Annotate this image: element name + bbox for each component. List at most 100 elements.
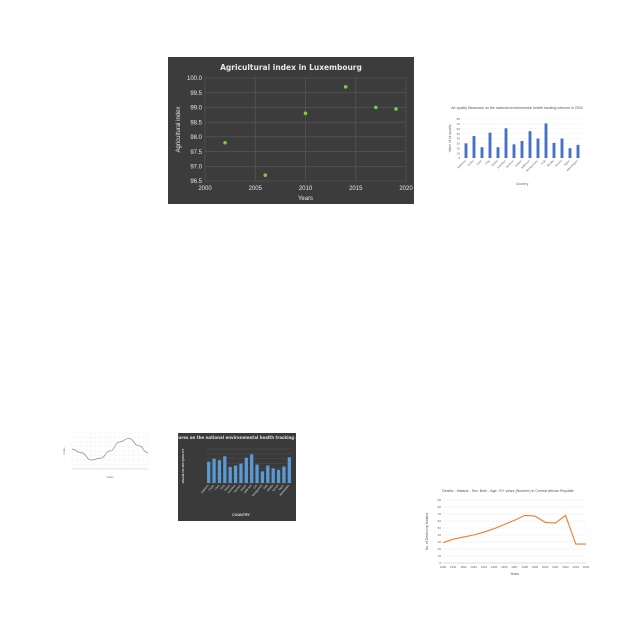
chart-panel-line-tiny: Years Index bbox=[60, 423, 154, 485]
y-axis-label: No. of Deaths by Malaria bbox=[425, 513, 429, 550]
bar bbox=[560, 138, 564, 158]
x-axis-label: Country bbox=[516, 182, 529, 186]
x-tick-label: 1998 bbox=[521, 565, 528, 569]
x-tick-label: 1995 bbox=[491, 565, 498, 569]
x-tick-label: 2004 bbox=[583, 565, 590, 569]
chart-title: Deaths - Malaria - Sex: Both - Age: 70+ … bbox=[442, 489, 574, 493]
bar bbox=[271, 468, 275, 483]
line-chart-malaria: Deaths - Malaria - Sex: Both - Age: 70+ … bbox=[422, 485, 594, 580]
bar bbox=[244, 457, 248, 483]
bar bbox=[528, 131, 532, 158]
bar bbox=[217, 460, 222, 483]
bar bbox=[282, 466, 286, 483]
y-tick-label: 70 bbox=[438, 512, 442, 516]
bar bbox=[233, 465, 238, 483]
y-axis-label: Index bbox=[62, 447, 66, 455]
bar bbox=[287, 457, 291, 483]
y-tick-label: 50 bbox=[457, 132, 461, 136]
y-tick-label: 80 bbox=[457, 117, 461, 121]
data-point bbox=[263, 173, 268, 177]
bar bbox=[276, 469, 281, 483]
bar bbox=[544, 123, 548, 158]
y-tick-label: 40 bbox=[457, 137, 461, 141]
bar bbox=[266, 465, 270, 483]
y-axis-label: Agricultural index bbox=[176, 106, 182, 152]
x-tick-label: 2003 bbox=[573, 565, 580, 569]
data-point bbox=[223, 140, 227, 145]
bar bbox=[464, 143, 468, 158]
bar bbox=[520, 140, 524, 158]
x-axis-label: COUNTRY bbox=[232, 513, 250, 517]
bar bbox=[260, 471, 265, 483]
x-tick-label: 1999 bbox=[532, 565, 539, 569]
y-tick-label: 70 bbox=[457, 122, 461, 126]
data-point bbox=[303, 111, 308, 116]
y-tick-label: 60 bbox=[457, 127, 461, 131]
y-tick-label: 10 bbox=[438, 554, 442, 558]
x-tick-label: 2015 bbox=[349, 186, 363, 192]
x-axis-label: Years bbox=[106, 475, 114, 479]
bar-chart-dark: Air quality Measures on the national env… bbox=[178, 433, 296, 521]
y-tick-label: 20 bbox=[438, 547, 442, 551]
line-chart-tiny: Years Index bbox=[60, 423, 154, 485]
y-tick-label: 60 bbox=[438, 519, 442, 523]
y-tick-label: 98.0 bbox=[190, 135, 202, 141]
bar bbox=[496, 147, 500, 158]
chart-panel-scatter: Agricultural index in Luxembourg 96.5 97.0… bbox=[168, 57, 414, 204]
bar bbox=[223, 456, 227, 483]
data-point bbox=[374, 105, 378, 110]
y-tick-label: 30 bbox=[438, 540, 442, 544]
bar bbox=[207, 461, 211, 483]
x-tick-label: 2000 bbox=[198, 186, 212, 192]
chart-title: Agricultural index in Luxembourg bbox=[220, 63, 362, 72]
bar-chart-small: Air quality Measures on the national env… bbox=[446, 103, 588, 193]
y-tick-label: 99.0 bbox=[190, 106, 202, 112]
x-tick-label: 1992 bbox=[460, 565, 467, 569]
x-tick-label: 2002 bbox=[562, 565, 569, 569]
chart-panel-line-malaria: Deaths - Malaria - Sex: Both - Age: 70+ … bbox=[422, 485, 594, 580]
y-tick-label: 20 bbox=[457, 146, 461, 150]
bar bbox=[536, 138, 540, 158]
y-tick-label: 97.5 bbox=[190, 150, 202, 156]
bar bbox=[472, 136, 476, 158]
bar bbox=[228, 466, 232, 483]
bar bbox=[250, 454, 254, 483]
y-tick-label: 90 bbox=[438, 498, 442, 502]
y-axis-label: VALUE OF AIR QUALITY bbox=[181, 449, 185, 484]
x-tick-label: 1997 bbox=[511, 565, 518, 569]
data-point bbox=[394, 107, 398, 111]
scatter-chart: Agricultural index in Luxembourg 96.5 97.0… bbox=[168, 57, 414, 204]
y-tick-label: 10 bbox=[457, 151, 461, 155]
y-tick-label: 80 bbox=[438, 505, 442, 509]
bar bbox=[239, 463, 243, 483]
y-tick-label: 30 bbox=[457, 142, 461, 146]
chart-title: Air quality Measures on the national env… bbox=[451, 106, 582, 110]
bar bbox=[255, 464, 259, 483]
y-tick-label: 96.5 bbox=[190, 179, 202, 185]
y-axis-label: Value of air quality bbox=[448, 124, 452, 152]
bar bbox=[576, 144, 580, 158]
x-tick-label: 2020 bbox=[399, 186, 413, 192]
x-axis-label: Years bbox=[298, 196, 313, 202]
y-tick-label: 97.0 bbox=[190, 164, 202, 170]
x-tick-label: 1993 bbox=[470, 565, 477, 569]
x-tick-label: 1991 bbox=[450, 565, 457, 569]
y-tick-label: 98.5 bbox=[190, 120, 202, 126]
x-tick-label: 2005 bbox=[249, 186, 263, 192]
chart-title: Air quality Measures on the national env… bbox=[178, 435, 296, 440]
x-tick-label: 1996 bbox=[501, 565, 508, 569]
chart-panel-bar-dark: Air quality Measures on the national env… bbox=[178, 433, 296, 521]
bar bbox=[480, 147, 484, 158]
x-axis-label: Years bbox=[510, 572, 519, 576]
y-tick-label: 50 bbox=[438, 526, 442, 530]
bar bbox=[568, 148, 572, 158]
y-tick-label: 40 bbox=[438, 533, 442, 537]
x-tick-label: 2000 bbox=[542, 565, 549, 569]
data-point bbox=[343, 85, 348, 89]
x-tick-label: 1990 bbox=[440, 565, 447, 569]
x-tick-label: 1994 bbox=[481, 565, 488, 569]
y-tick-label: 99.5 bbox=[190, 91, 202, 97]
x-tick-label: 2010 bbox=[299, 186, 313, 192]
y-tick-label: 100.0 bbox=[187, 76, 203, 82]
bar bbox=[512, 144, 516, 158]
